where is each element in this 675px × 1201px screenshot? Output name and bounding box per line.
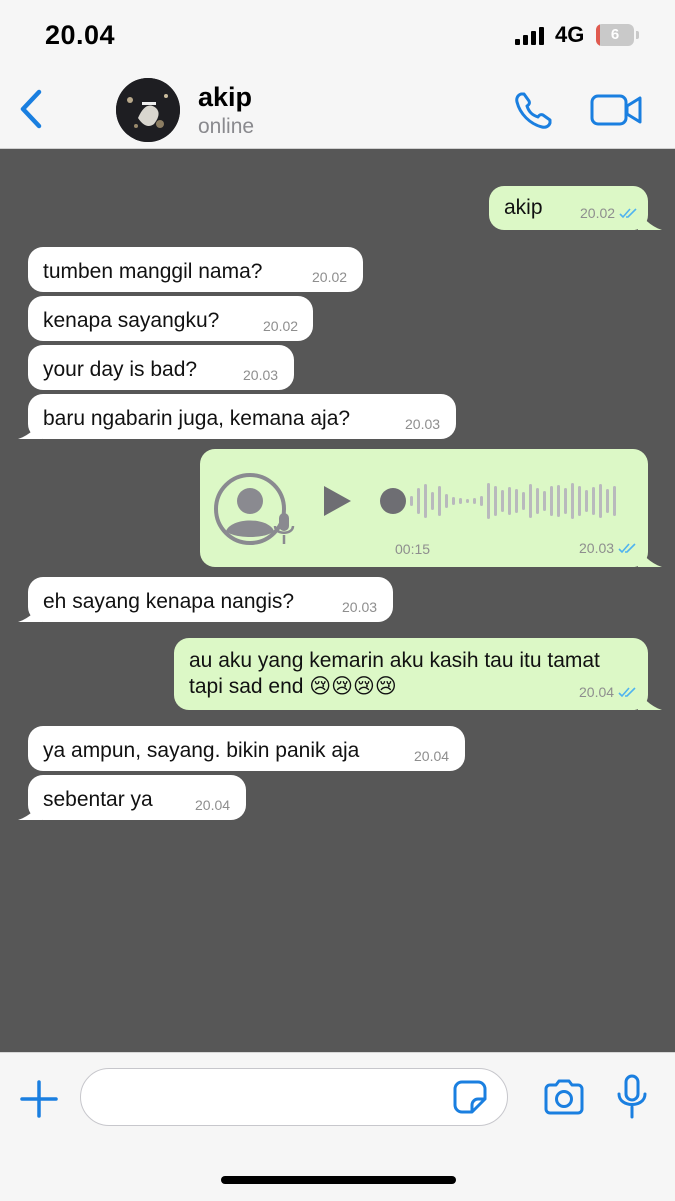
waveform-bar [571,483,574,519]
message-bubble-incoming[interactable]: sebentar ya 20.04 [18,775,246,820]
plus-icon[interactable] [20,1080,58,1118]
waveform-bar [543,491,546,511]
message-bubble-incoming[interactable]: kenapa sayangku? 20.02 [28,296,313,341]
contact-status: online [198,115,255,138]
message-bubble-incoming[interactable]: ya ampun, sayang. bikin panik aja 20.04 [28,726,465,771]
double-check-icon [618,687,636,698]
waveform-bar [459,498,462,504]
battery-icon: 6 [596,24,640,46]
waveform-bar [487,483,490,519]
double-check-icon [619,208,637,219]
message-time: 20.02 [312,269,348,285]
message-bubble-outgoing[interactable]: akip 20.02 [489,186,662,230]
waveform-bar [508,487,511,515]
waveform-bar [480,496,483,506]
waveform-bar [494,486,497,516]
message-text: akip [504,196,543,219]
bubble-tail [638,545,662,567]
playback-position-dot[interactable] [380,488,406,514]
message-time: 20.03 [342,599,378,615]
waveform-bar [515,489,518,513]
network-type: 4G [555,22,585,47]
bubble-tail [638,688,662,710]
waveform-bar [536,488,539,514]
contact-name[interactable]: akip [198,82,252,113]
bubble-tail [18,417,42,439]
waveform-bar [501,490,504,512]
avatar[interactable] [116,78,180,142]
back-chevron-icon[interactable] [14,86,48,132]
message-time: 20.03 [405,416,441,432]
message-bubble-outgoing[interactable]: au aku yang kemarin aku kasih tau itu ta… [174,638,662,710]
waveform-bar [445,494,448,508]
waveform-bar [599,484,602,518]
message-time: 20.04 [195,797,231,813]
message-time: 20.03 [579,540,615,556]
message-text-line-2: tapi sad end 😢😢😢😢 [189,675,397,698]
battery-level: 6 [610,26,620,43]
message-bubble-incoming[interactable]: eh sayang kenapa nangis? 20.03 [18,577,393,622]
waveform-bar [585,490,588,512]
message-text: tumben manggil nama? [43,260,263,283]
waveform-bar [578,486,581,516]
voice-note-bubble[interactable]: 00:15 20.03 [200,449,662,567]
message-bubble-incoming[interactable]: tumben manggil nama? 20.02 [28,247,363,292]
waveform-bar [473,498,476,504]
bubble-tail [638,208,662,230]
waveform-bar [529,484,532,518]
waveform-bar [557,485,560,517]
sticker-icon[interactable] [452,1079,488,1115]
bubble-tail [18,798,42,820]
bubble-tail [18,600,42,622]
waveform-bar [522,492,525,510]
waveform-bar [417,488,420,514]
phone-icon[interactable] [512,90,554,132]
waveform-bar [424,484,427,518]
camera-icon[interactable] [542,1079,586,1115]
message-time: 20.03 [243,367,279,383]
message-time: 20.02 [580,205,616,221]
video-camera-icon[interactable] [590,92,642,128]
waveform-bar [466,499,469,503]
microphone-icon[interactable] [615,1074,649,1120]
waveform-bar [438,486,441,516]
waveform-bar [410,496,413,506]
voice-duration: 00:15 [395,541,431,557]
waveform-bar [592,487,595,515]
message-text: your day is bad? [43,358,198,381]
message-text: ya ampun, sayang. bikin panik aja [43,739,360,762]
play-icon[interactable] [322,485,352,517]
waveform-bar [431,492,434,510]
status-time: 20.04 [45,20,116,50]
message-time: 20.02 [263,318,299,334]
message-time: 20.04 [579,684,615,700]
waveform-bar [550,486,553,516]
microphone-badge-icon [273,513,295,544]
waveform-bar [564,488,567,514]
waveform-bar [606,489,609,513]
message-text: sebentar ya [43,788,153,811]
message-text: eh sayang kenapa nangis? [43,590,295,613]
home-indicator [221,1176,456,1184]
message-text: kenapa sayangku? [43,309,220,332]
message-text-line-1: au aku yang kemarin aku kasih tau itu ta… [189,649,600,672]
message-input[interactable] [80,1068,508,1126]
message-time: 20.04 [414,748,450,764]
signal-strength-icon [515,27,544,45]
waveform-bar [613,486,616,516]
waveform-bar [452,497,455,505]
double-check-icon [618,543,636,554]
message-bubble-incoming[interactable]: your day is bad? 20.03 [28,345,294,390]
voice-waveform[interactable] [410,479,622,523]
message-text: baru ngabarin juga, kemana aja? [43,407,351,430]
message-bubble-incoming[interactable]: baru ngabarin juga, kemana aja? 20.03 [18,394,456,439]
